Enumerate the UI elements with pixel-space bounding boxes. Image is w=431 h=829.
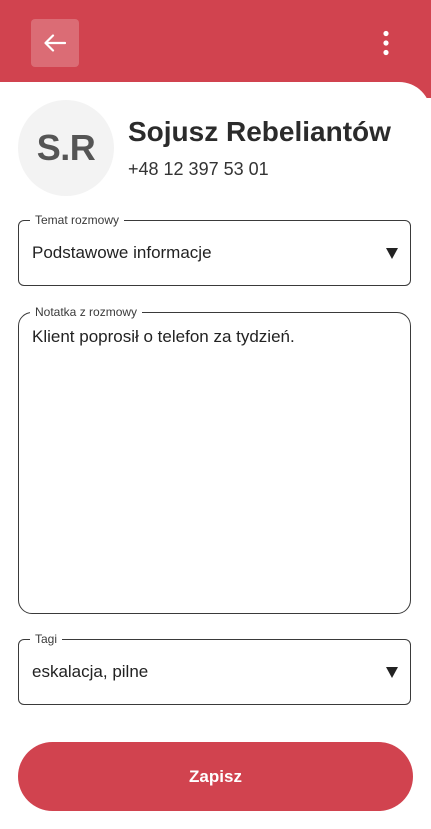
tags-label: Tagi xyxy=(30,631,63,647)
topic-label: Temat rozmowy xyxy=(30,212,125,228)
dropdown-arrow-icon xyxy=(386,667,398,678)
avatar: S.R xyxy=(18,100,114,196)
note-label: Notatka z rozmowy xyxy=(30,304,143,320)
contact-name: Sojusz Rebeliantów xyxy=(128,116,391,147)
avatar-initials: S.R xyxy=(36,127,96,168)
back-button[interactable] xyxy=(31,19,79,67)
save-button-label: Zapisz xyxy=(189,766,242,786)
arrow-left-icon xyxy=(44,34,66,52)
dropdown-arrow-icon xyxy=(386,248,398,259)
more-menu-button[interactable] xyxy=(372,26,400,60)
tags-select[interactable]: Tagi eskalacja, pilne xyxy=(18,631,411,705)
topic-select[interactable]: Temat rozmowy Podstawowe informacje xyxy=(18,212,411,286)
tags-value: eskalacja, pilne xyxy=(32,662,149,681)
note-textarea[interactable]: Notatka z rozmowy Klient poprosił o tele… xyxy=(18,304,411,614)
more-vertical-icon xyxy=(383,30,389,56)
topic-value: Podstawowe informacje xyxy=(32,243,212,262)
note-text: Klient poprosił o telefon za tydzień. xyxy=(32,327,295,346)
save-button[interactable]: Zapisz xyxy=(18,742,413,811)
contact-phone[interactable]: +48 12 397 53 01 xyxy=(128,159,269,180)
